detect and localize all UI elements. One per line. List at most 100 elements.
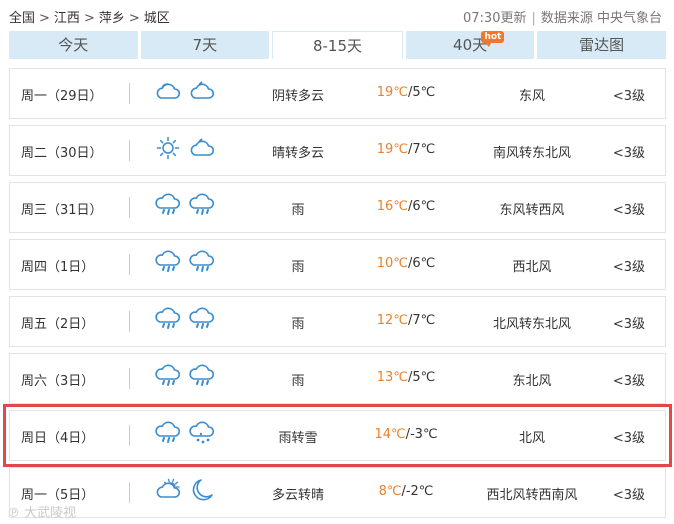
temp-high: 14℃ <box>374 427 406 442</box>
temp-high: 12℃ <box>376 313 408 328</box>
row-divider <box>129 140 130 161</box>
watermark: ℗ 大武陵视 <box>7 502 76 521</box>
temp-low: 7℃ <box>412 142 436 157</box>
tab-today[interactable]: 今天 <box>9 31 138 59</box>
weather-icons <box>154 478 216 502</box>
temp-high: 8℃ <box>378 484 402 499</box>
forecast-row: 周六（3日）雨 13℃/5℃ 东北风 <3级 <box>9 353 666 404</box>
breadcrumb-item-province[interactable]: 江西 <box>54 11 80 26</box>
wind-level: <3级 <box>612 89 645 104</box>
tab-label: 今天 <box>58 36 89 54</box>
forecast-day: 周三（31日） <box>21 203 103 218</box>
temp-low: -2℃ <box>405 484 434 499</box>
tab-radar[interactable]: 雷达图 <box>537 31 666 59</box>
temp-high: 19℃ <box>376 142 408 157</box>
top-bar: 全国 > 江西 > 萍乡 > 城区 07:30更新 | 数据来源 中央气象台 <box>0 0 674 30</box>
forecast-day: 周五（2日） <box>21 317 95 332</box>
breadcrumb-separator: > <box>39 11 50 26</box>
update-info: 07:30更新 | 数据来源 中央气象台 <box>463 7 662 26</box>
rain-icon <box>189 193 215 215</box>
temp-high: 10℃ <box>376 256 408 271</box>
forecast-row: 周五（2日）雨 12℃/7℃ 北风转东北风 <3级 <box>9 296 666 347</box>
temperature: 13℃/5℃ <box>376 370 436 385</box>
rain-icon <box>155 307 181 329</box>
rain-icon <box>155 421 181 443</box>
row-divider <box>129 311 130 332</box>
forecast-day: 周日（4日） <box>21 431 95 446</box>
breadcrumb-item-national[interactable]: 全国 <box>9 11 35 26</box>
moon-icon <box>192 479 213 501</box>
tab-label: 雷达图 <box>579 36 625 54</box>
sun-icon <box>156 136 180 160</box>
wind-level: <3级 <box>612 260 645 275</box>
weather-icons <box>154 136 216 160</box>
row-divider <box>129 197 130 218</box>
forecast-day: 周四（1日） <box>21 260 95 275</box>
row-divider <box>129 254 130 275</box>
breadcrumb-separator: > <box>83 11 95 26</box>
rain-icon <box>155 364 181 386</box>
forecast-row: 周日（4日） 雨转雪 14℃/-3℃ 北风 <3级 <box>3 404 672 467</box>
update-time: 07:30更新 <box>463 11 527 26</box>
weather-icons <box>154 421 216 445</box>
forecast-day: 周二（30日） <box>21 146 103 161</box>
wind-level: <3级 <box>612 374 645 389</box>
forecast-day: 周一（5日） <box>21 488 95 503</box>
wind-level: <3级 <box>612 431 645 446</box>
data-source: 数据来源 中央气象台 <box>540 11 662 26</box>
row-divider <box>129 482 130 503</box>
forecast-row: 周三（31日）雨 16℃/6℃ 东风转西风 <3级 <box>9 182 666 233</box>
forecast-day: 周六（3日） <box>21 374 95 389</box>
forecast-row: 周一（5日） 多云转晴 8℃/-2℃ 西北风转西南风 <3级 <box>9 467 666 518</box>
temperature: 14℃/-3℃ <box>374 427 438 442</box>
temp-high: 13℃ <box>376 370 408 385</box>
watermark-text: 大武陵视 <box>24 506 77 521</box>
weather-icons <box>154 79 216 103</box>
breadcrumb: 全国 > 江西 > 萍乡 > 城区 <box>9 7 170 26</box>
temperature: 10℃/6℃ <box>376 256 436 271</box>
row-divider <box>129 83 130 104</box>
temp-low: 5℃ <box>412 370 436 385</box>
partly-cloudy-icon <box>156 478 181 498</box>
temperature: 19℃/5℃ <box>376 85 436 100</box>
wind-level: <3级 <box>612 146 645 161</box>
meta-divider: | <box>531 11 536 26</box>
snow-icon <box>189 421 215 444</box>
temp-low: -3℃ <box>409 427 438 442</box>
temp-high: 19℃ <box>376 85 408 100</box>
cloud-icon <box>156 83 181 99</box>
rain-icon <box>189 250 215 272</box>
row-divider <box>129 368 130 389</box>
temperature: 12℃/7℃ <box>376 313 436 328</box>
tab-7-days[interactable]: 7天 <box>140 31 270 59</box>
forecast-row: 周四（1日）雨 10℃/6℃ 西北风 <3级 <box>9 239 666 290</box>
rain-icon <box>189 307 215 329</box>
temp-low: 5℃ <box>412 85 436 100</box>
temperature: 19℃/7℃ <box>376 142 436 157</box>
wind-level: <3级 <box>612 203 645 218</box>
tab-label: 7天 <box>192 36 218 54</box>
rain-icon <box>155 193 181 215</box>
wind-level: <3级 <box>612 488 645 503</box>
forecast-row: 周一（29日） 阴转多云 19℃/5℃ 东风 <3级 <box>9 68 666 119</box>
temp-low: 6℃ <box>412 256 436 271</box>
weather-icons <box>154 307 216 331</box>
rain-icon <box>155 250 181 272</box>
row-divider <box>129 425 130 446</box>
tab-8-15-days[interactable]: 8-15天 <box>272 31 403 59</box>
temp-low: 7℃ <box>412 313 436 328</box>
forecast-list: 周一（29日） 阴转多云 19℃/5℃ 东风 <3级 周二（30日） 晴转多云 19℃/7℃ 南… <box>3 68 672 524</box>
wind-level: <3级 <box>612 317 645 332</box>
forecast-day: 周一（29日） <box>21 89 103 104</box>
cloudy-night-icon <box>190 138 215 156</box>
forecast-row: 周二（30日） 晴转多云 19℃/7℃ 南风转东北风 <3级 <box>9 125 666 176</box>
hot-badge: hot <box>481 31 505 47</box>
forecast-tabs: 今天 7天 8-15天 40天 hot 雷达图 <box>9 31 666 59</box>
weather-icons <box>154 364 216 388</box>
breadcrumb-item-city[interactable]: 萍乡 <box>99 11 125 26</box>
tab-40-days[interactable]: 40天 hot <box>405 31 535 59</box>
watermark-logo-icon: ℗ <box>7 506 20 521</box>
temperature: 8℃/-2℃ <box>378 484 434 499</box>
rain-icon <box>189 364 215 386</box>
weather-icons <box>154 250 216 274</box>
